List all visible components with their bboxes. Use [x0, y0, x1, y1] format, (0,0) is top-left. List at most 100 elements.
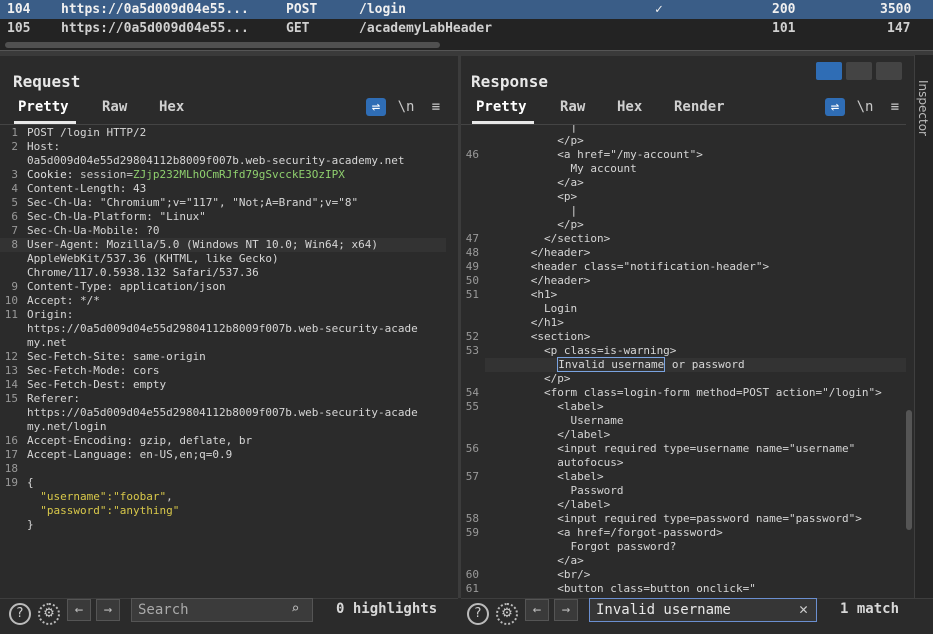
code-line: my.net/login [27, 420, 107, 433]
single-pane-icon[interactable] [876, 62, 902, 80]
code-text: or password [665, 358, 745, 371]
code-line: Origin: [27, 308, 74, 321]
code-line: Accept: */* [27, 294, 100, 307]
match-count: 1 match [840, 601, 900, 617]
code-line: Sec-Fetch-Site: same-origin [27, 350, 206, 363]
code-line: </header> [491, 274, 591, 287]
line-number: 53 [465, 344, 479, 357]
gear-icon[interactable]: ⚙ [38, 603, 60, 625]
code-line: Accept-Language: en-US,en;q=0.9 [27, 448, 233, 461]
newline-icon[interactable]: \n [855, 98, 875, 116]
response-title: Response [471, 72, 549, 91]
search-icon: ⌕ [291, 601, 300, 617]
code-line: User-Agent: Mozilla/5.0 (Windows NT 10.0… [27, 238, 378, 251]
search-input[interactable]: Invalid username [589, 598, 817, 622]
cookie-value: ZJjp232MLhOCmRJfd79gSvcckE3OzIPX [132, 168, 345, 181]
code-line: Sec-Ch-Ua-Platform: "Linux" [27, 210, 206, 223]
line-number: 5 [11, 196, 18, 209]
table-row[interactable]: 104 https://0a5d009d04e55... POST /login… [0, 0, 933, 19]
code-line: Content-Length: 43 [27, 182, 147, 195]
tab-response-pretty[interactable]: Pretty [476, 99, 527, 115]
gear-icon[interactable]: ⚙ [496, 603, 518, 625]
code-line: Cookie: session=ZJjp232MLhOCmRJfd79gSvcc… [27, 168, 345, 182]
code-line: <header class="notification-header"> [491, 260, 770, 273]
help-icon[interactable]: ? [9, 603, 31, 625]
json-key: "password": [27, 504, 114, 517]
code-line: </label> [491, 498, 611, 511]
json-key: "username": [27, 490, 114, 503]
code-line: https://0a5d009d04e55d29804112b8009f007b… [27, 322, 418, 335]
cookie-name: session= [79, 168, 133, 181]
code-line: </p> [491, 218, 584, 231]
line-number: 9 [11, 280, 18, 293]
tab-request-pretty[interactable]: Pretty [18, 99, 69, 115]
tab-response-raw[interactable]: Raw [560, 99, 585, 115]
close-icon[interactable]: ✕ [799, 600, 808, 618]
tab-request-raw[interactable]: Raw [102, 99, 127, 115]
line-number: 18 [4, 462, 18, 475]
splitter[interactable] [0, 50, 933, 56]
tab-response-render[interactable]: Render [674, 99, 725, 115]
table-row[interactable]: 105 https://0a5d009d04e55... GET /academ… [0, 19, 933, 38]
code-line: | [491, 204, 578, 217]
code-line: </a> [491, 554, 584, 567]
split-vertical-icon[interactable] [846, 62, 872, 80]
code-line: Login [491, 302, 578, 315]
tab-request-hex[interactable]: Hex [159, 99, 184, 115]
code-line: Sec-Fetch-Dest: empty [27, 378, 167, 391]
code-line: <label> [491, 400, 604, 413]
code-line: Sec-Ch-Ua-Mobile: ?0 [27, 224, 160, 237]
wrap-icon[interactable]: ⇌ [366, 98, 386, 116]
help-icon[interactable]: ? [467, 603, 489, 625]
line-number: 50 [465, 274, 479, 287]
row-status: 101 [772, 21, 796, 36]
line-number: 15 [4, 392, 18, 405]
code-line: Username [491, 414, 624, 427]
json-punct: , [166, 490, 173, 503]
newline-icon[interactable]: \n [396, 98, 416, 116]
code-line: Chrome/117.0.5938.132 Safari/537.36 [27, 266, 259, 279]
menu-icon[interactable]: ≡ [426, 98, 446, 116]
line-number: 10 [4, 294, 18, 307]
line-number: 4 [11, 182, 18, 195]
code-line: Accept-Encoding: gzip, deflate, br [27, 434, 253, 447]
tab-response-hex[interactable]: Hex [617, 99, 642, 115]
line-number: 54 [465, 386, 479, 399]
row-method: POST [286, 2, 318, 17]
row-status: 200 [772, 2, 796, 17]
horizontal-scrollbar[interactable] [5, 42, 440, 48]
arrow-left-icon[interactable]: ← [525, 599, 549, 621]
arrow-right-icon[interactable]: → [96, 599, 120, 621]
inspector-sidebar[interactable] [914, 55, 933, 598]
code-line: POST /login HTTP/2 [27, 126, 147, 139]
arrow-left-icon[interactable]: ← [67, 599, 91, 621]
line-number: 60 [465, 568, 479, 581]
line-number: 61 [465, 582, 479, 595]
request-editor[interactable]: 1 POST /login HTTP/2 2 Host: 0a5d009d04e55d2… [0, 124, 458, 598]
row-url: https://0a5d009d04e55... [61, 21, 249, 36]
code-line: <a href=/forgot-password> [491, 526, 723, 539]
code-line: "username":"foobar", [27, 490, 173, 504]
row-length: 147 [887, 21, 911, 36]
line-number: 16 [4, 434, 18, 447]
line-number: 2 [11, 140, 18, 153]
line-number: 46 [465, 148, 479, 161]
request-title: Request [13, 72, 81, 91]
code-line: Forgot password? [491, 540, 677, 553]
inspector-label[interactable]: Inspector [916, 80, 930, 136]
code-line: </p> [491, 372, 571, 385]
wrap-icon[interactable]: ⇌ [825, 98, 845, 116]
code-line: Sec-Ch-Ua: "Chromium";v="117", "Not;A=Br… [27, 196, 359, 209]
code-line: <p> [491, 190, 578, 203]
line-number: 14 [4, 378, 18, 391]
code-line: <h1> [491, 288, 558, 301]
code-line: https://0a5d009d04e55d29804112b8009f007b… [27, 406, 418, 419]
line-number: 52 [465, 330, 479, 343]
menu-icon[interactable]: ≡ [885, 98, 905, 116]
row-length: 3500 [880, 2, 912, 17]
split-horizontal-icon[interactable] [816, 62, 842, 80]
vertical-scrollbar[interactable] [906, 410, 912, 530]
arrow-right-icon[interactable]: → [554, 599, 578, 621]
search-input[interactable]: Search [131, 598, 313, 622]
response-editor[interactable]: | </p> 46 <a href="/my-account"> My accou… [461, 124, 906, 598]
